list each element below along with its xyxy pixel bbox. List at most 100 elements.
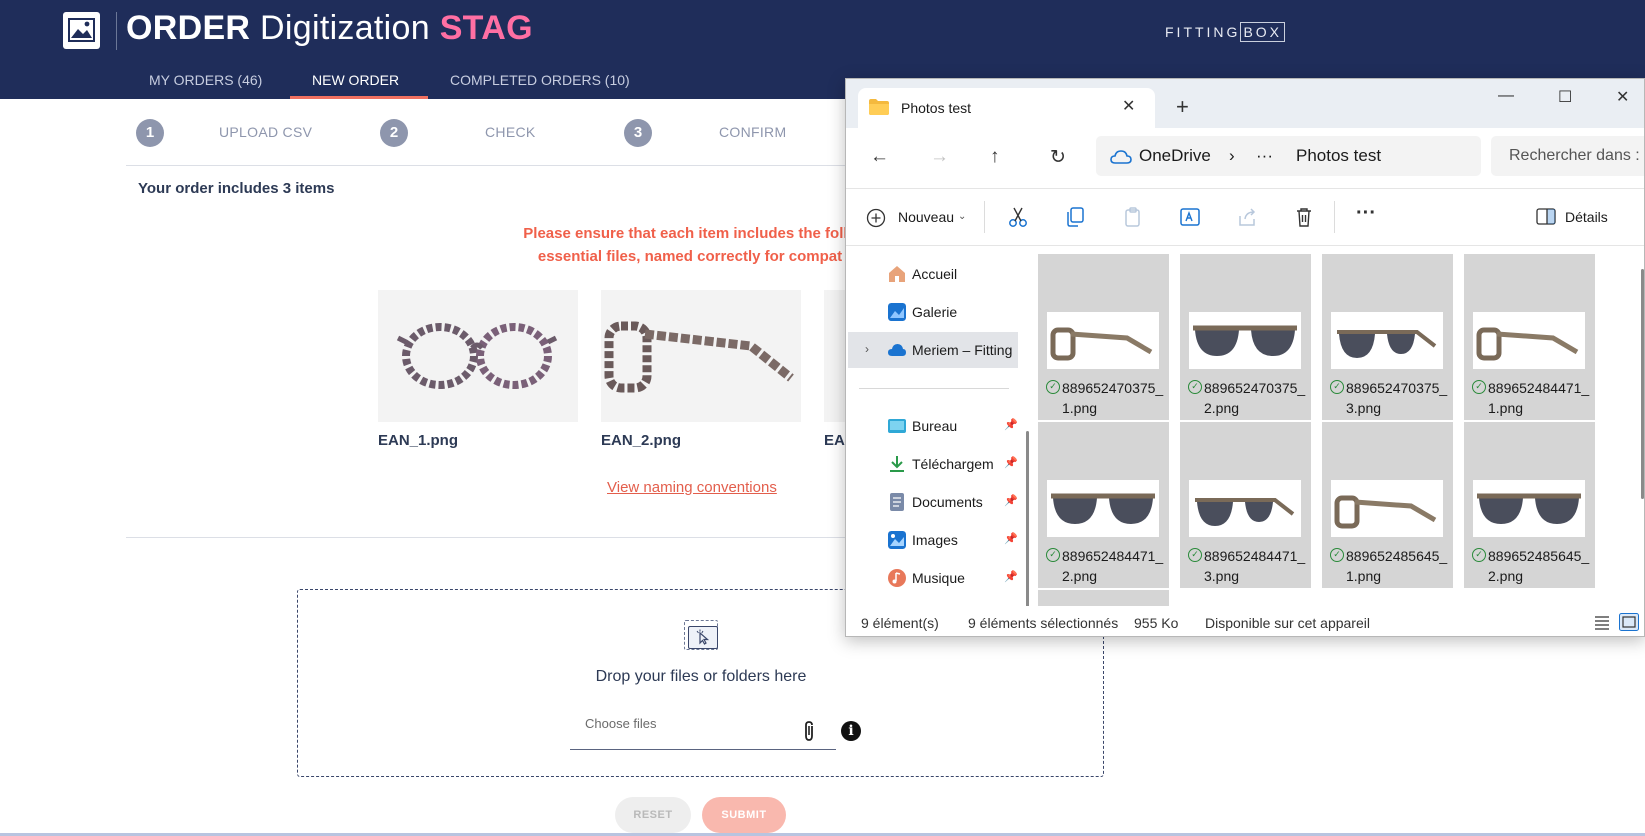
sidebar-item-images[interactable]: Images 📌 [848,522,1018,558]
cut-icon[interactable] [1007,206,1029,228]
glasses-side-icon [604,321,794,393]
example-image-angle [824,290,845,422]
pin-icon[interactable]: 📌 [1004,532,1018,545]
file-tile-4[interactable]: ✓ 889652484471_ 1.png [1464,254,1595,420]
address-folder[interactable]: Photos test [1296,146,1381,166]
pin-icon[interactable]: 📌 [1004,570,1018,583]
images-icon [888,531,906,549]
sidebar-item-label: Bureau [912,418,958,434]
file-tile-3[interactable]: ✓ 889652470375_3.png [1322,254,1453,420]
breadcrumb-chevron-icon: › [1229,146,1235,165]
sync-check-icon: ✓ [1188,380,1202,394]
step-3-label: CONFIRM [719,124,787,140]
content-scrollbar[interactable] [1641,269,1644,499]
onedrive-icon [888,344,906,356]
tab-completed-orders[interactable]: COMPLETED ORDERS (10) [450,72,630,88]
add-circle-icon[interactable] [866,208,886,228]
file-tile-7[interactable]: ✓ 889652485645_1.png [1322,422,1453,588]
sidebar-item-accueil[interactable]: Accueil [848,256,1018,292]
drop-files-icon-frame [688,626,718,649]
chevron-down-icon[interactable]: ⌄ [958,211,966,222]
up-icon[interactable]: ↑ [990,146,1000,168]
sidebar-item-galerie[interactable]: Galerie [848,294,1018,330]
tile-view-icon[interactable] [1619,613,1639,631]
address-root[interactable]: OneDrive [1139,146,1211,166]
search-placeholder: Rechercher dans : [1509,147,1640,164]
sidebar-item-onedrive[interactable]: › Meriem – Fitting [848,332,1018,368]
navigation-pane: Accueil Galerie › Meriem – Fitting Burea… [846,246,1029,611]
new-tab-icon[interactable]: + [1176,96,1189,118]
details-pane-icon[interactable] [1536,208,1556,225]
naming-conventions-link[interactable]: View naming conventions [607,479,777,496]
list-view-icon[interactable] [1592,613,1612,631]
pin-icon[interactable]: 📌 [1004,418,1018,431]
rename-icon[interactable] [1179,206,1201,228]
sidebar-item-documents[interactable]: Documents 📌 [848,484,1018,520]
close-tab-icon[interactable]: ✕ [1122,96,1135,116]
paperclip-icon[interactable] [802,720,816,742]
chevron-right-icon[interactable]: › [865,342,869,356]
step-1-label: UPLOAD CSV [219,124,313,140]
download-icon [890,456,904,472]
desktop-icon [888,419,906,433]
file-tile-9[interactable] [1038,590,1169,606]
steps-divider [126,165,846,166]
file-name: 889652485645_2.png [1488,548,1590,584]
music-icon [888,569,906,587]
sync-check-icon: ✓ [1188,548,1202,562]
explorer-search[interactable]: Rechercher dans : [1491,136,1644,176]
example-image-side [601,290,801,422]
file-explorer-window[interactable]: Photos test ✕ + — ☐ ✕ ← → ↑ ↻ OneDrive ›… [845,78,1645,637]
cursor-click-icon [696,629,710,645]
file-tile-2[interactable]: ✓ 889652470375_2.png [1180,254,1311,420]
details-button[interactable]: Détails [1565,209,1608,225]
more-options-icon[interactable]: ··· [1356,202,1376,225]
close-window-icon[interactable]: ✕ [1616,87,1629,107]
forward-icon[interactable]: → [930,146,949,168]
sidebar-item-telechargements[interactable]: Téléchargem 📌 [848,446,1018,482]
file-grid: ✓ 889652470375_1.png ✓ 889652470375_2.pn… [1038,246,1638,606]
step-3-number: 3 [624,119,652,147]
reset-button[interactable]: RESET [615,797,691,833]
glasses-side-icon [1476,327,1579,361]
info-icon[interactable]: i [841,721,861,741]
file-tile-1[interactable]: ✓ 889652470375_1.png [1038,254,1169,420]
file-tile-5[interactable]: ✓ 889652484471_2.png [1038,422,1169,588]
documents-icon [890,493,904,511]
new-button[interactable]: Nouveau [898,209,954,225]
example-image-front [378,290,578,422]
submit-button[interactable]: SUBMIT [702,797,786,833]
file-tile-6[interactable]: ✓ 889652484471_3.png [1180,422,1311,588]
choose-files-input[interactable] [570,712,836,750]
share-icon[interactable] [1236,206,1258,228]
sidebar-item-label: Meriem – Fitting [912,342,1013,358]
sidebar-item-bureau[interactable]: Bureau 📌 [848,408,1018,444]
back-icon[interactable]: ← [870,146,889,168]
home-icon [889,266,905,282]
address-bar[interactable]: OneDrive › ··· Photos test [1096,136,1481,176]
file-name: 889652484471_ 1.png [1488,380,1590,416]
pin-icon[interactable]: 📌 [1004,456,1018,469]
sidebar-scrollbar[interactable] [1026,431,1029,611]
app-logo[interactable] [63,12,100,49]
explorer-tab[interactable]: Photos test ✕ [858,88,1155,128]
drop-files-icon [684,620,718,650]
paste-icon[interactable] [1122,206,1144,228]
example-filename-3: EA [824,432,845,449]
delete-icon[interactable] [1293,206,1315,228]
refresh-icon[interactable]: ↻ [1050,146,1066,169]
minimize-icon[interactable]: — [1498,87,1514,105]
breadcrumb-more[interactable]: ··· [1256,146,1273,166]
file-tile-8[interactable]: ✓ 889652485645_2.png [1464,422,1595,588]
tab-my-orders[interactable]: MY ORDERS (46) [149,72,262,88]
sunglasses-front-icon [1193,325,1297,356]
copy-icon[interactable] [1064,206,1086,228]
tab-new-order[interactable]: NEW ORDER [312,72,399,88]
sync-check-icon: ✓ [1330,380,1344,394]
pin-icon[interactable]: 📌 [1004,494,1018,507]
example-filename-2: EAN_2.png [601,432,682,449]
step-2-label: CHECK [485,124,536,140]
maximize-icon[interactable]: ☐ [1558,87,1572,107]
sidebar-item-musique[interactable]: Musique 📌 [848,560,1018,596]
status-availability: Disponible sur cet appareil [1205,615,1370,631]
